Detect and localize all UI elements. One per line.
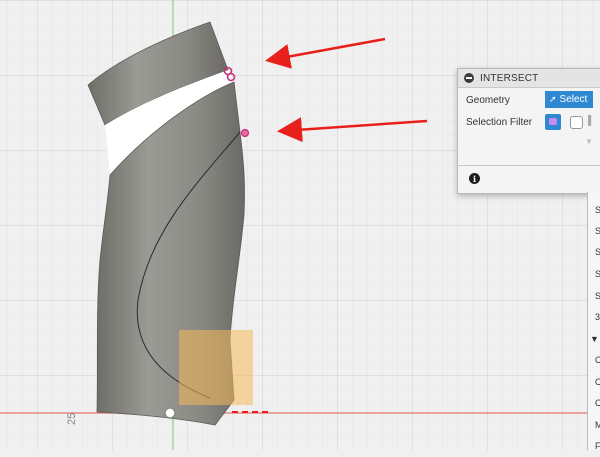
geometry-label: Geometry bbox=[466, 95, 510, 106]
info-icon[interactable]: i bbox=[469, 173, 480, 184]
side-item[interactable]: C bbox=[595, 371, 600, 393]
side-item[interactable]: S bbox=[595, 199, 600, 221]
side-item[interactable]: M bbox=[595, 414, 600, 436]
side-item[interactable]: S bbox=[595, 263, 600, 285]
side-item[interactable]: ▼ bbox=[590, 328, 599, 350]
side-item[interactable]: C bbox=[595, 349, 600, 371]
side-item[interactable]: S bbox=[595, 241, 600, 263]
geometry-select-button[interactable]: ➚ Select bbox=[545, 91, 593, 108]
selection-highlight bbox=[179, 330, 253, 405]
chevron-down-icon[interactable]: ▼ bbox=[585, 137, 593, 146]
select-label: Select bbox=[559, 94, 588, 105]
side-panel: S S S S S 3 ▼ C C C M F bbox=[587, 192, 600, 451]
dialog-divider bbox=[458, 165, 600, 166]
filter-face-icon[interactable] bbox=[570, 116, 583, 129]
side-item[interactable]: S bbox=[595, 285, 600, 307]
axis-label: 25 bbox=[66, 413, 78, 425]
side-item[interactable]: S bbox=[595, 220, 600, 242]
origin-marker[interactable] bbox=[164, 407, 176, 419]
dialog-title: INTERSECT bbox=[480, 72, 539, 84]
intersect-dialog: INTERSECT Geometry ➚ Select Selection Fi… bbox=[457, 68, 600, 194]
side-item[interactable]: F bbox=[595, 435, 600, 457]
side-item[interactable]: 3 bbox=[595, 306, 600, 328]
filter-body-icon[interactable] bbox=[545, 114, 561, 130]
side-item[interactable]: C bbox=[595, 392, 600, 414]
dialog-header[interactable]: INTERSECT bbox=[458, 69, 600, 88]
collapse-icon[interactable] bbox=[464, 73, 474, 83]
cursor-icon: ➚ bbox=[549, 94, 557, 104]
selection-filter-label: Selection Filter bbox=[466, 117, 533, 128]
selection-point-mid[interactable] bbox=[240, 128, 250, 138]
filter-more-icon[interactable]: ▌ bbox=[588, 115, 594, 125]
